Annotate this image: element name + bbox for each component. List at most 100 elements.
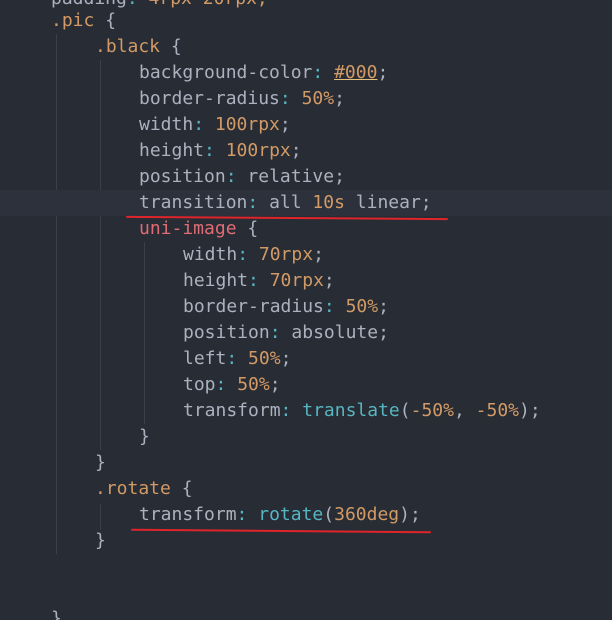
semicolon: ; [409,504,421,525]
css-function: translate [302,400,400,421]
css-selector: .rotate [95,478,171,499]
css-tag-selector: uni-image [139,218,237,239]
css-colon: : [280,400,303,421]
code-editor[interactable]: padding: 4rpx 20rpx; .pic { .black { bac… [0,0,612,620]
css-value: 50% [248,348,281,369]
code-line: transform: rotate(360deg); [139,502,421,528]
css-value: 100rpx [214,114,280,135]
css-value: absolute [291,322,379,343]
code-line: } [95,450,106,476]
css-property: transform [139,504,237,525]
css-colon: : [247,192,270,213]
css-value: 100rpx [225,140,291,161]
red-annotation-underline [130,528,432,534]
brace: { [160,36,182,57]
indent-guide [56,34,57,554]
semicolon: ; [323,270,335,291]
css-property: width [139,114,194,135]
brace: } [51,608,62,620]
indent-guide [144,242,145,424]
code-line: border-radius: 50%; [139,86,345,112]
brace: { [236,218,259,239]
css-colon: : [204,140,226,161]
code-line: } [51,606,62,620]
code-line: top: 50%; [183,372,281,398]
css-colon: : [215,374,238,395]
css-colon: : [312,62,335,83]
semicolon: ; [280,348,292,369]
semicolon: ; [377,62,389,83]
code-line: height: 100rpx; [139,138,302,164]
css-property: position [183,322,270,343]
comma: , [453,400,476,421]
css-property: border-radius [139,88,280,109]
indent-guide [100,504,101,530]
css-property: width [183,244,238,265]
css-property: transition [139,192,248,213]
paren: ) [399,504,410,525]
css-selector: .black [95,36,161,57]
css-colon: : [225,166,248,187]
code-line: .rotate { [95,476,193,502]
code-line: uni-image { [139,216,258,242]
css-colon: : [226,348,249,369]
css-property: top [183,374,216,395]
css-colon: : [236,504,259,525]
brace: } [139,426,150,447]
paren: ( [323,504,335,525]
css-value: -50% [410,400,454,421]
semicolon: ; [334,166,345,187]
code-line: } [139,424,150,450]
code-line: position: absolute; [183,320,389,346]
css-value: -50% [475,400,520,421]
css-property: height [139,140,205,161]
code-line: transition: all 10s linear; [139,190,432,216]
semicolon: ; [378,296,389,317]
css-value: 70rpx [269,270,324,291]
css-value: 360deg [334,504,400,525]
css-value: 50% [345,296,379,317]
code-line: width: 70rpx; [183,242,324,268]
css-colon: : [279,88,302,109]
code-line: transform: translate(-50%, -50%); [183,398,541,424]
css-value: 50% [237,374,270,395]
css-property: left [183,348,227,369]
css-value: 10s [312,192,345,213]
semicolon: ; [378,322,389,343]
code-line: position: relative; [139,164,345,190]
css-colon: : [269,322,292,343]
css-property: background-color [139,62,313,83]
indent-guide [100,60,101,450]
css-property: position [139,166,226,187]
color-hex-value: #000 [334,62,378,83]
css-value: relative [247,166,335,187]
code-line: height: 70rpx; [183,268,335,294]
brace: } [95,530,106,551]
brace: } [95,452,106,473]
css-colon: : [237,244,259,265]
css-property: transform [183,400,281,421]
semicolon: ; [279,114,291,135]
css-colon: : [127,0,149,9]
code-line: .pic { [51,8,116,34]
code-line: } [95,528,106,554]
brace: { [170,478,193,499]
brace: { [94,10,117,31]
paren: ) [519,400,530,421]
css-value: 4rpx 20rpx; [149,0,268,9]
semicolon: ; [529,400,541,421]
css-selector: .pic [51,10,95,31]
semicolon: ; [334,88,345,109]
css-value: all [269,192,313,213]
css-colon: : [323,296,346,317]
code-line: border-radius: 50%; [183,294,389,320]
code-line: width: 100rpx; [139,112,291,138]
paren: ( [399,400,411,421]
css-property: height [183,270,249,291]
css-value: 70rpx [258,244,314,265]
code-line: .black { [95,34,182,60]
code-line: background-color: #000; [139,60,388,86]
semicolon: ; [269,374,281,395]
semicolon: ; [313,244,324,265]
css-colon: : [193,114,215,135]
